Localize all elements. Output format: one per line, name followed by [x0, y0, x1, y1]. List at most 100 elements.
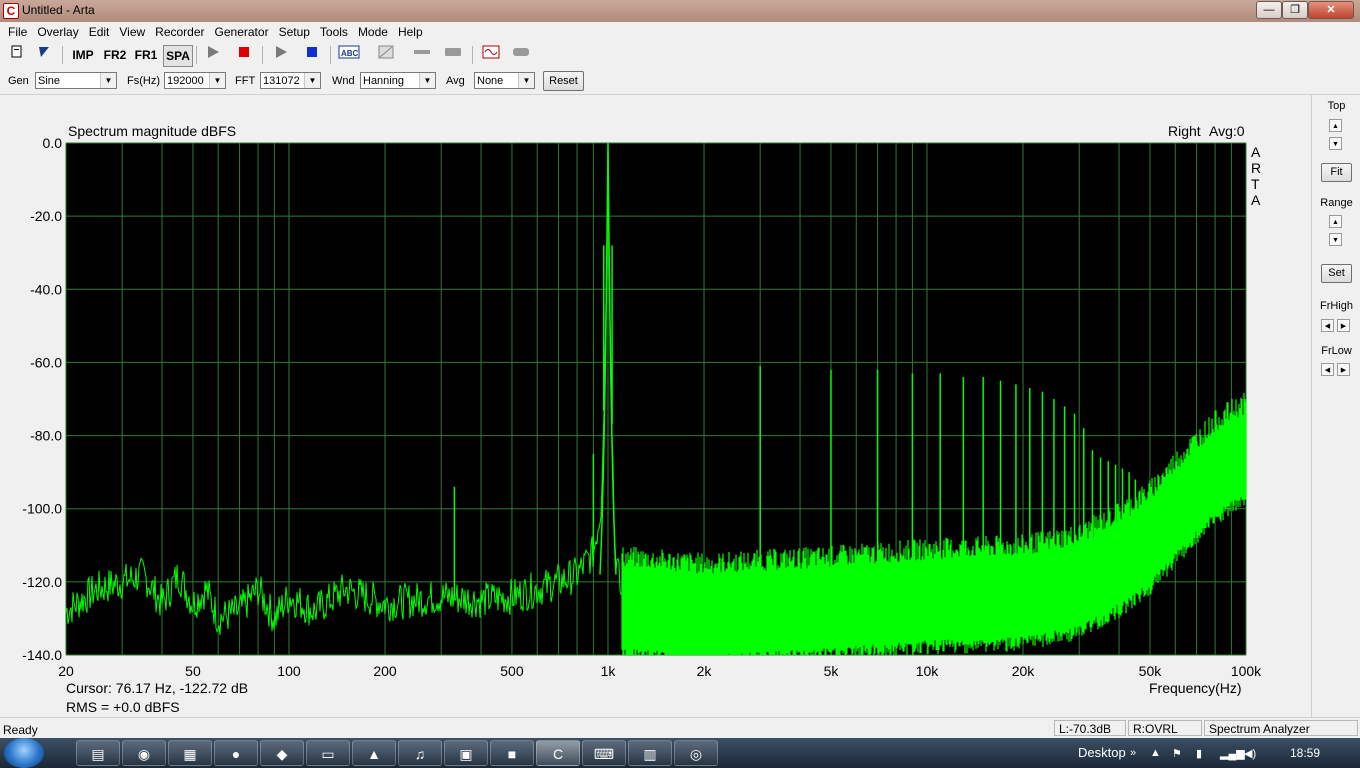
stop-icon[interactable] — [233, 45, 255, 65]
settings-bar: Gen Sine ▼ Fs(Hz) 192000 ▼ FFT 131072 ▼ Wnd… — [0, 68, 1360, 95]
open-icon[interactable] — [33, 45, 55, 65]
audio-editor-icon[interactable]: ▣ — [444, 740, 488, 766]
frlow-right-button[interactable]: ▶ — [1337, 363, 1350, 376]
spectrum-chart[interactable]: Spectrum magnitude dBFS Right Avg:0 0.0 -… — [0, 95, 1311, 717]
folder-icon[interactable]: ▤ — [76, 740, 120, 766]
y-tick-label: -120.0 — [22, 574, 62, 590]
menu-generator[interactable]: Generator — [210, 22, 274, 42]
x-axis-label: Frequency(Hz) — [1149, 680, 1242, 696]
window-icon[interactable]: ▭ — [306, 740, 350, 766]
winamp-icon[interactable]: ♫ — [398, 740, 442, 766]
start-button[interactable] — [4, 738, 44, 768]
top-down-button[interactable]: ▼ — [1329, 137, 1342, 150]
x-tick-label: 500 — [500, 663, 524, 679]
tray-expand-icon[interactable]: ▲ — [1150, 747, 1161, 759]
maximize-button[interactable]: ❐ — [1282, 1, 1308, 19]
avg-value: None — [477, 75, 504, 87]
frhigh-label: FrHigh — [1319, 300, 1353, 312]
x-tick-label: 10k — [916, 663, 940, 679]
x-tick-label: 1k — [601, 663, 617, 679]
x-tick-label: 200 — [373, 663, 397, 679]
graph-area: Spectrum magnitude dBFS Right Avg:0 0.0 -… — [0, 95, 1311, 717]
toolbar: IMP FR2 FR1 SPA ABC — [0, 42, 1360, 68]
close-button[interactable]: ✕ — [1308, 1, 1354, 19]
clock[interactable]: 18:59 — [1290, 746, 1320, 760]
fit-button[interactable]: Fit — [1321, 163, 1352, 182]
frlow-left-button[interactable]: ◀ — [1321, 363, 1334, 376]
minimize-button[interactable]: — — [1256, 1, 1282, 19]
calculator-icon[interactable]: ▦ — [168, 740, 212, 766]
rec-icon[interactable] — [510, 45, 532, 65]
probe-icon[interactable] — [411, 45, 433, 65]
menu-edit[interactable]: Edit — [84, 22, 115, 42]
volume-icon[interactable]: ◀) — [1244, 747, 1256, 760]
opera-icon[interactable]: ● — [214, 740, 258, 766]
arta-icon[interactable]: C — [536, 740, 580, 766]
status-ready: Ready — [3, 723, 38, 737]
range-down-button[interactable]: ▼ — [1329, 233, 1342, 246]
chevron-right-icon[interactable]: » — [1130, 747, 1136, 759]
x-tick-label: 50 — [185, 663, 201, 679]
device-icon[interactable]: ▮ — [1196, 747, 1202, 760]
abc-icon[interactable]: ABC — [337, 45, 361, 65]
imp-mode-icon[interactable]: IMP — [70, 45, 96, 65]
gen-stop-icon[interactable] — [301, 45, 323, 65]
play-icon[interactable] — [202, 45, 224, 65]
chevron-down-icon: ▼ — [100, 73, 116, 88]
title-bar: C Untitled - Arta — ❐ ✕ — [0, 0, 1360, 22]
gen-play-icon[interactable] — [270, 45, 292, 65]
status-level: L:-70.3dB — [1054, 720, 1126, 736]
menu-mode[interactable]: Mode — [353, 22, 393, 42]
top-up-button[interactable]: ▲ — [1329, 119, 1342, 132]
avg-label: Avg:0 — [1209, 123, 1245, 139]
menu-tools[interactable]: Tools — [315, 22, 353, 42]
fs-value: 192000 — [167, 75, 204, 87]
chevron-down-icon: ▼ — [209, 73, 225, 88]
x-tick-label: 50k — [1139, 663, 1163, 679]
wnd-value: Hanning — [363, 75, 404, 87]
pdf-icon[interactable]: ▲ — [352, 740, 396, 766]
menu-overlay[interactable]: Overlay — [32, 22, 83, 42]
fs-label: Fs(Hz) — [127, 75, 160, 87]
x-tick-label: 5k — [824, 663, 840, 679]
menu-setup[interactable]: Setup — [274, 22, 315, 42]
y-tick-label: -140.0 — [22, 647, 62, 663]
flag-icon[interactable]: ⚑ — [1172, 747, 1182, 760]
range-up-button[interactable]: ▲ — [1329, 215, 1342, 228]
desktop-toolbar[interactable]: Desktop — [1078, 745, 1126, 760]
fs-select[interactable]: 192000 ▼ — [164, 72, 226, 89]
avg-label: Avg — [446, 75, 465, 87]
browser-icon[interactable]: ◆ — [260, 740, 304, 766]
rms-readout: RMS = +0.0 dBFS — [66, 699, 180, 715]
scope-icon[interactable] — [480, 45, 502, 65]
reset-button[interactable]: Reset — [543, 71, 584, 91]
set-button[interactable]: Set — [1321, 264, 1352, 283]
notepad-icon[interactable]: ▥ — [628, 740, 672, 766]
gen-select[interactable]: Sine ▼ — [35, 72, 117, 89]
overlay-icon[interactable] — [375, 45, 397, 65]
x-tick-label: 20 — [58, 663, 74, 679]
media-player-icon[interactable]: ◉ — [122, 740, 166, 766]
avg-select[interactable]: None ▼ — [474, 72, 535, 89]
keyboard-icon[interactable]: ⌨ — [582, 740, 626, 766]
menu-view[interactable]: View — [114, 22, 150, 42]
menu-recorder[interactable]: Recorder — [150, 22, 209, 42]
spa-mode-icon[interactable]: SPA — [163, 45, 193, 67]
arta-app-icon[interactable]: C — [3, 3, 19, 19]
status-mode: Spectrum Analyzer — [1204, 720, 1358, 736]
fr2-mode-icon[interactable]: FR2 — [102, 45, 128, 65]
wnd-select[interactable]: Hanning ▼ — [360, 72, 436, 89]
bar-icon[interactable] — [442, 45, 464, 65]
control-icon[interactable]: ◎ — [674, 740, 718, 766]
frhigh-left-button[interactable]: ◀ — [1321, 319, 1334, 332]
watermark-letter: R — [1251, 160, 1261, 176]
red-app-icon[interactable]: ■ — [490, 740, 534, 766]
network-icon[interactable]: ▂▄▆ — [1220, 747, 1245, 760]
fft-select[interactable]: 131072 ▼ — [260, 72, 321, 89]
menu-help[interactable]: Help — [393, 22, 428, 42]
frhigh-right-button[interactable]: ▶ — [1337, 319, 1350, 332]
new-icon[interactable] — [6, 45, 28, 65]
fr1-mode-icon[interactable]: FR1 — [133, 45, 159, 65]
menu-file[interactable]: File — [3, 22, 32, 42]
wnd-label: Wnd — [332, 75, 355, 87]
